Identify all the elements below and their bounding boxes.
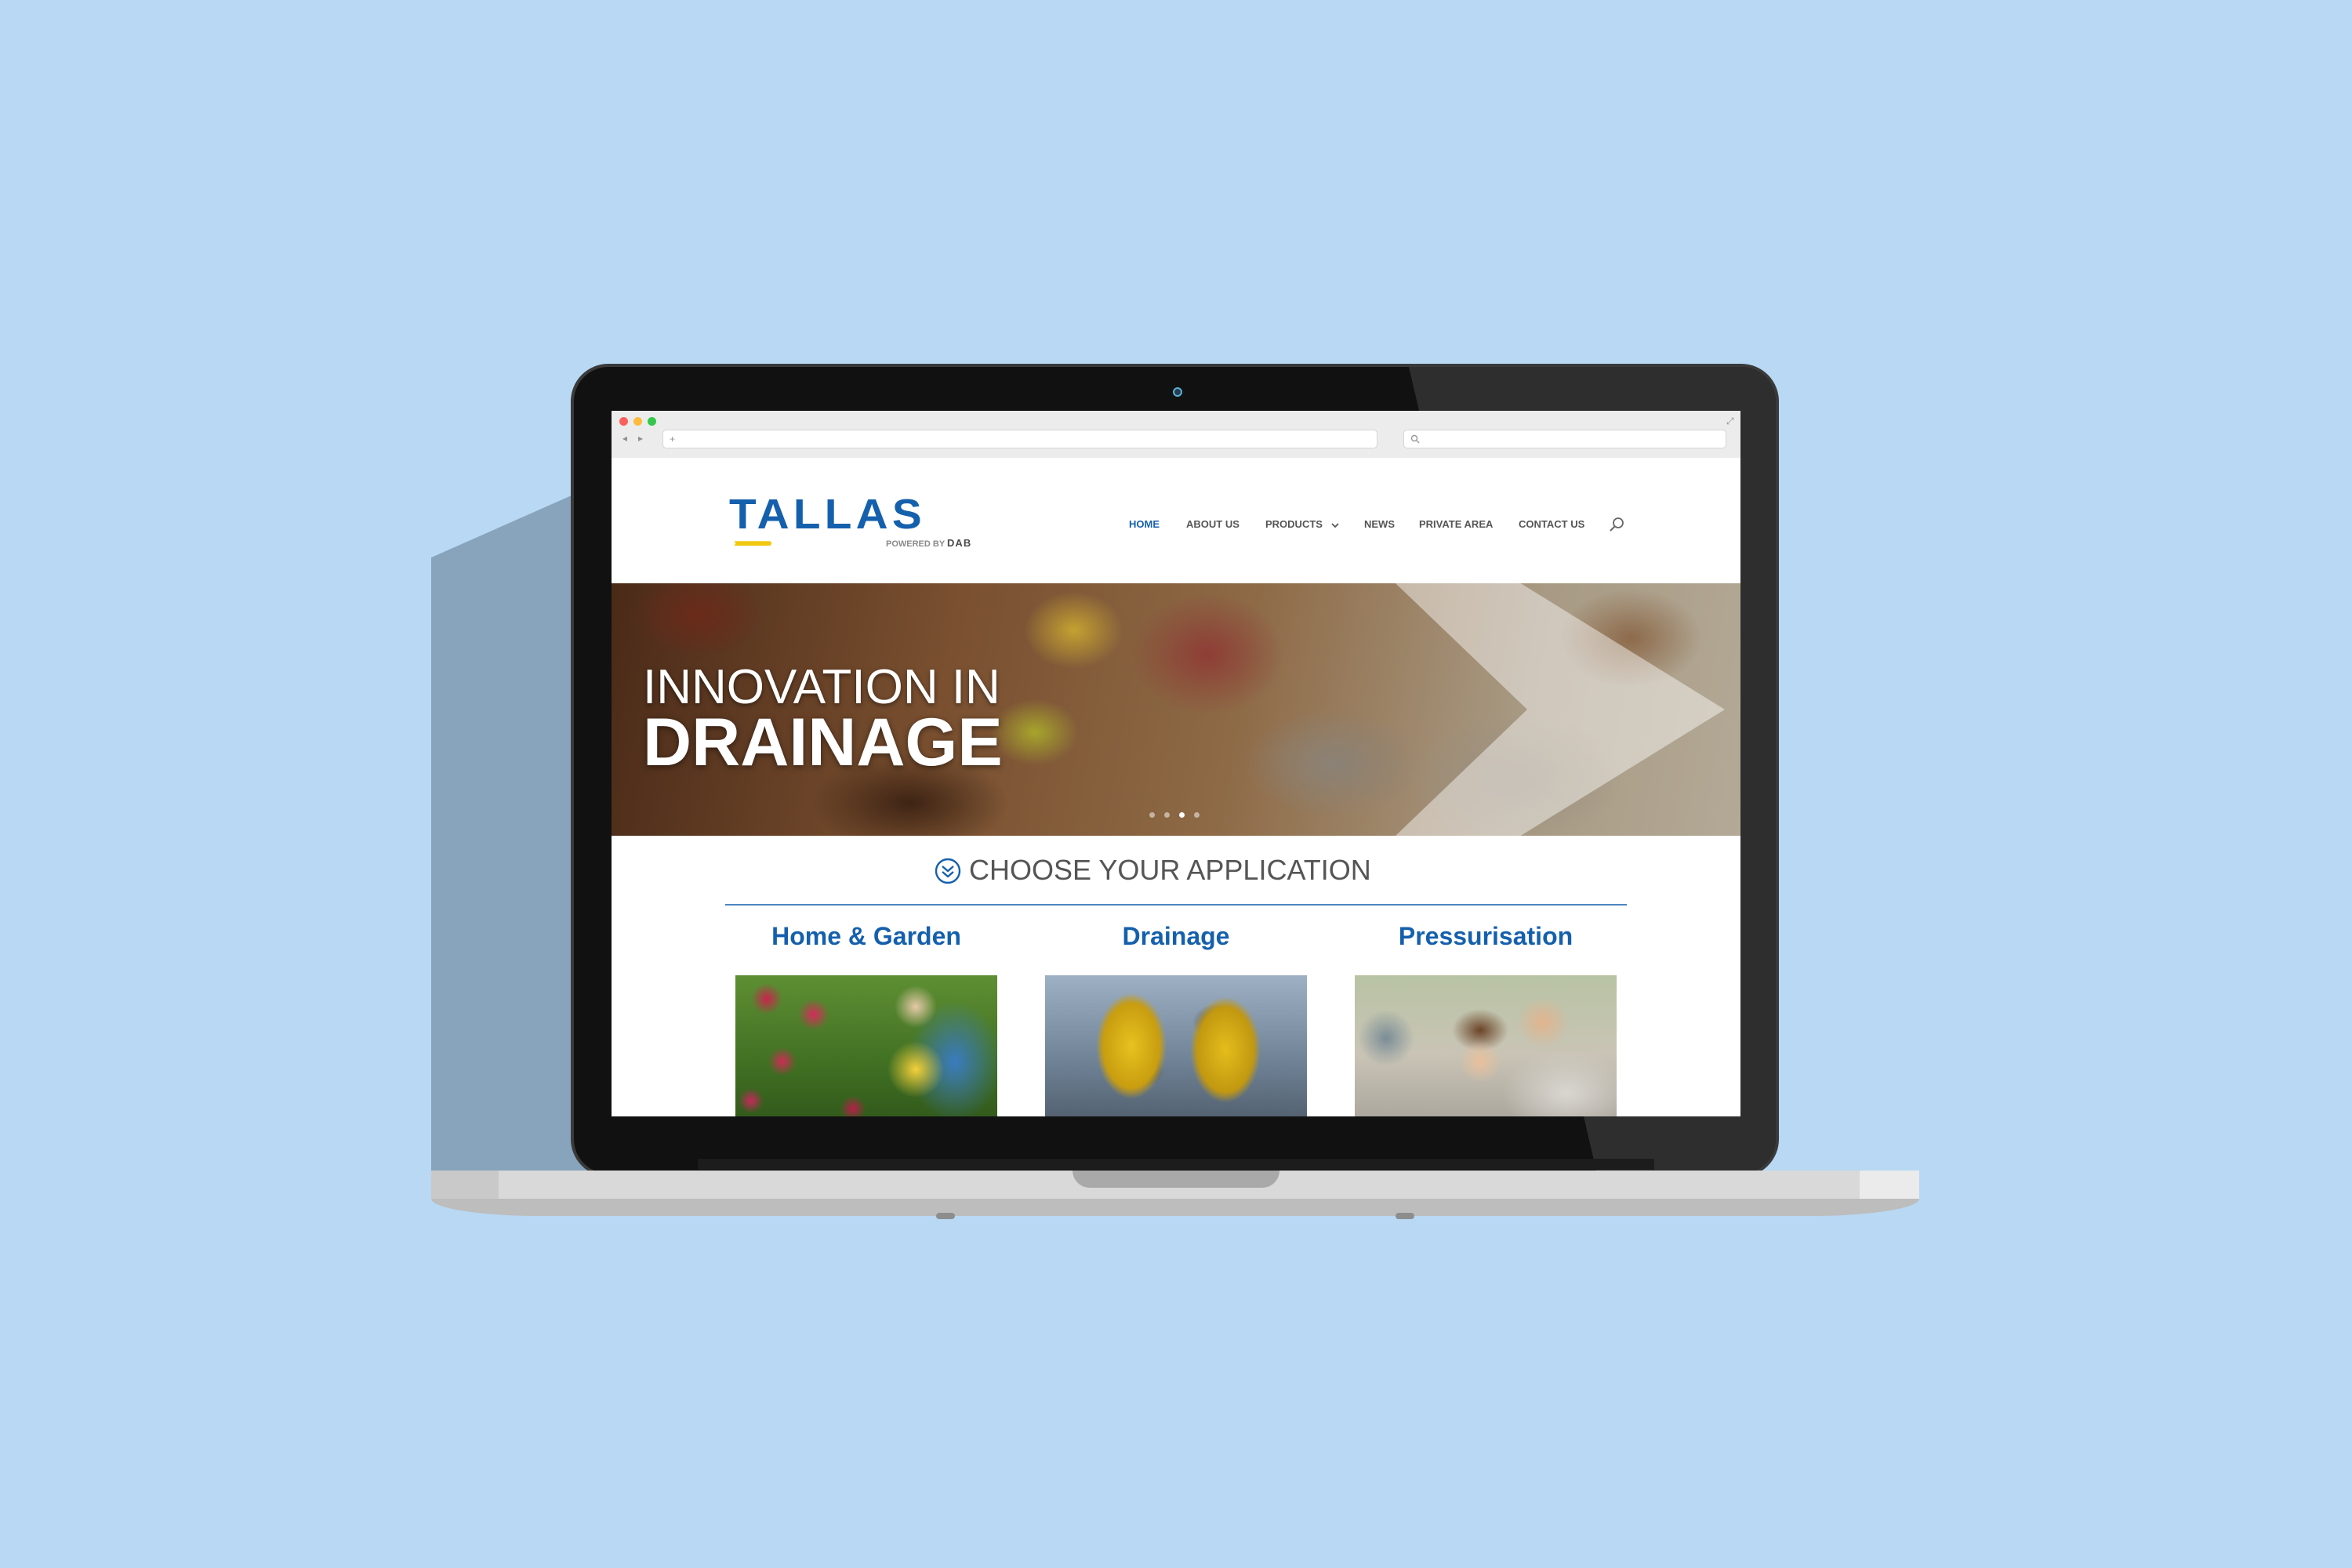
double-chevron-down-circle-icon[interactable] bbox=[935, 858, 961, 884]
search-icon[interactable] bbox=[1609, 516, 1626, 533]
slider-dot-3[interactable] bbox=[1179, 812, 1185, 818]
laptop-foot-left bbox=[936, 1213, 955, 1219]
browser-search-bar[interactable] bbox=[1403, 430, 1726, 448]
laptop-hinge bbox=[698, 1159, 1654, 1170]
plus-icon: + bbox=[670, 434, 676, 445]
nav-products[interactable]: PRODUCTS bbox=[1265, 513, 1340, 536]
address-bar[interactable]: + bbox=[662, 430, 1377, 448]
nav-home[interactable]: HOME bbox=[1129, 513, 1160, 536]
slider-dots bbox=[1149, 808, 1209, 818]
laptop-foot-right bbox=[1396, 1213, 1414, 1219]
logo-wordmark: TALLAS bbox=[729, 491, 926, 538]
laptop-base-right bbox=[1860, 1171, 1919, 1199]
browser-search-icon bbox=[1410, 434, 1420, 444]
fullscreen-icon[interactable]: ⤢ bbox=[1726, 412, 1734, 430]
nav-products-label: PRODUCTS bbox=[1265, 518, 1323, 530]
logo-chevrons: ››››››››››››››››››››››› bbox=[734, 536, 772, 550]
applications-divider bbox=[725, 904, 1627, 906]
app-drainage-image[interactable] bbox=[1045, 975, 1307, 1116]
nav-about-us[interactable]: ABOUT US bbox=[1186, 513, 1240, 536]
maximize-window-button[interactable] bbox=[648, 417, 656, 426]
applications-heading: CHOOSE YOUR APPLICATION bbox=[925, 855, 1427, 886]
nav-contact-us[interactable]: CONTACT US bbox=[1519, 513, 1584, 536]
hero-arrow-graphic bbox=[1396, 583, 1725, 836]
slider-dot-1[interactable] bbox=[1149, 812, 1155, 818]
slider-dot-2[interactable] bbox=[1164, 812, 1170, 818]
logo-powered-by: POWERED BY DAB bbox=[886, 537, 971, 550]
minimize-window-button[interactable] bbox=[633, 417, 642, 426]
laptop-base-left bbox=[431, 1171, 499, 1199]
chevron-down-icon bbox=[1330, 522, 1339, 528]
applications-title: CHOOSE YOUR APPLICATION bbox=[969, 854, 1371, 886]
app-pressurisation-image[interactable] bbox=[1355, 975, 1617, 1116]
webcam bbox=[1173, 387, 1182, 397]
powered-by-label: POWERED BY bbox=[886, 539, 945, 549]
close-window-button[interactable] bbox=[619, 417, 628, 426]
browser-chrome: ◂ ▸ + ⤢ bbox=[612, 411, 1740, 459]
dab-brand: DAB bbox=[947, 537, 972, 549]
laptop-base-lip bbox=[431, 1199, 1919, 1216]
nav-news[interactable]: NEWS bbox=[1364, 513, 1395, 536]
app-home-garden-title[interactable]: Home & Garden bbox=[735, 920, 997, 952]
tallas-logo[interactable]: TALLAS ››››››››››››››››››››››› POWERED B… bbox=[729, 491, 1004, 550]
site-header: TALLAS ››››››››››››››››››››››› POWERED B… bbox=[612, 458, 1740, 583]
back-arrow-icon[interactable]: ◂ bbox=[622, 430, 627, 447]
hero-slider[interactable]: INNOVATION IN DRAINAGE bbox=[612, 583, 1740, 836]
laptop-screen: ◂ ▸ + ⤢ TALLAS ››››››››››››››››››››››› P… bbox=[612, 411, 1740, 1116]
app-home-garden-image[interactable] bbox=[735, 975, 997, 1116]
hero-title-line2: DRAINAGE bbox=[643, 705, 1003, 780]
slider-dot-4[interactable] bbox=[1194, 812, 1200, 818]
app-pressurisation-title[interactable]: Pressurisation bbox=[1355, 920, 1617, 952]
laptop-notch bbox=[1073, 1171, 1279, 1188]
forward-arrow-icon[interactable]: ▸ bbox=[638, 430, 643, 447]
app-drainage-title[interactable]: Drainage bbox=[1045, 920, 1307, 952]
nav-private-area[interactable]: PRIVATE AREA bbox=[1419, 513, 1493, 536]
